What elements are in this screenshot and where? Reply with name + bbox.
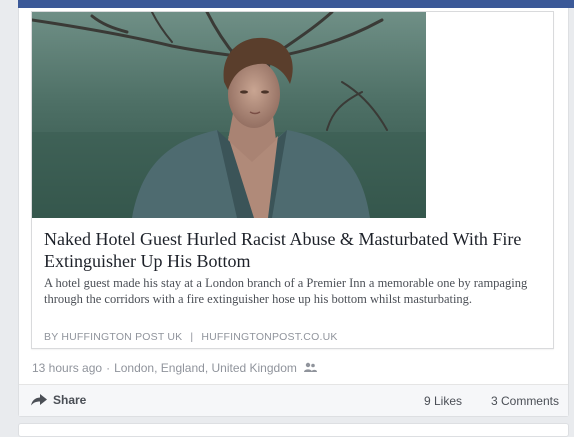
source-separator: | <box>190 331 194 343</box>
article-headline[interactable]: Naked Hotel Guest Hurled Racist Abuse & … <box>44 228 544 272</box>
post-location[interactable]: London, England, United Kingdom <box>114 361 297 375</box>
share-label: Share <box>53 393 87 407</box>
likes-count[interactable]: 9 Likes <box>424 394 462 408</box>
post-meta: 13 hours ago · London, England, United K… <box>32 361 317 375</box>
news-feed-post: Naked Hotel Guest Hurled Racist Abuse & … <box>18 8 569 417</box>
share-button[interactable]: Share <box>31 393 86 407</box>
top-navigation-bar <box>0 0 574 8</box>
post-actions-bar: Share 9 Likes 3 Comments <box>19 385 568 416</box>
meta-dot: · <box>106 361 111 375</box>
article-source: BY HUFFINGTON POST UK | HUFFINGTONPOST.CO.… <box>44 331 544 343</box>
next-feed-post <box>18 423 569 437</box>
article-author: BY HUFFINGTON POST UK <box>44 331 183 343</box>
article-summary: A hotel guest made his stay at a London … <box>44 276 528 306</box>
comments-count[interactable]: 3 Comments <box>491 394 559 408</box>
post-timestamp[interactable]: 13 hours ago <box>32 361 102 375</box>
article-domain: HUFFINGTONPOST.CO.UK <box>201 331 338 343</box>
portrait-photo <box>32 12 426 218</box>
article-image[interactable] <box>32 12 426 218</box>
share-arrow-icon <box>31 394 47 406</box>
friends-icon[interactable] <box>303 361 317 375</box>
shared-link-card[interactable]: Naked Hotel Guest Hurled Racist Abuse & … <box>31 11 554 349</box>
